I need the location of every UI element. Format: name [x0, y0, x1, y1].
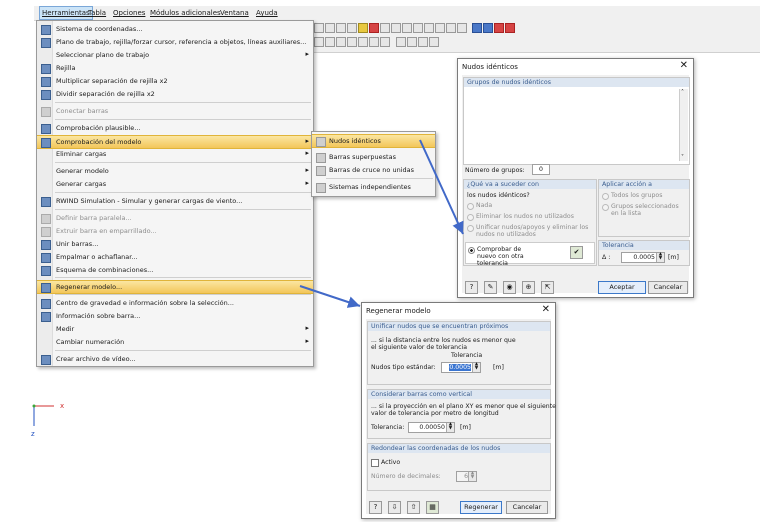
- arrow-to-regen-dialog: [299, 285, 361, 308]
- axis-indicator: [32, 404, 54, 426]
- annotation-overlay: [32, 139, 464, 426]
- axis-x-label: x: [60, 402, 65, 410]
- arrow-to-nudos-dialog: [419, 139, 464, 235]
- axis-z-label: z: [31, 430, 35, 438]
- axis-origin: [32, 404, 36, 408]
